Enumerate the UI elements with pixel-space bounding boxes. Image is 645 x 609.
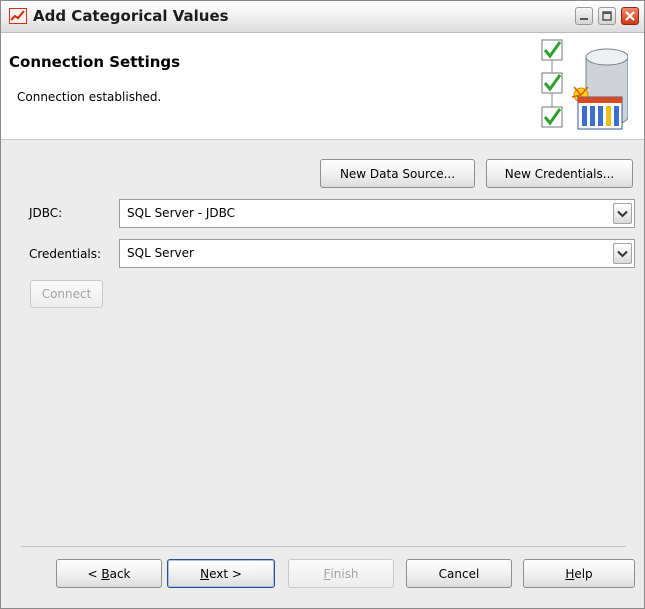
wizard-body: New Data Source... New Credentials... JD… <box>1 140 644 608</box>
page-title: Connection Settings <box>9 53 181 71</box>
finish-mnemonic: F <box>323 566 331 581</box>
cancel-button[interactable]: Cancel <box>406 559 512 588</box>
credentials-select[interactable]: SQL Server <box>119 239 635 268</box>
database-checklist-icon <box>536 37 629 135</box>
next-button[interactable]: Next > <box>167 559 275 588</box>
jdbc-label: JDBC: <box>29 206 63 220</box>
back-mnemonic: B <box>101 566 110 581</box>
window-title: Add Categorical Values <box>33 7 229 25</box>
connection-status: Connection established. <box>17 90 162 104</box>
maximize-icon[interactable] <box>598 7 616 25</box>
credentials-select-value: SQL Server <box>127 246 194 260</box>
dialog-window: Add Categorical Values Connection Settin… <box>0 0 645 609</box>
close-icon[interactable] <box>621 7 639 25</box>
title-bar[interactable]: Add Categorical Values <box>1 1 644 33</box>
help-button[interactable]: Help <box>523 559 635 588</box>
next-mnemonic: N <box>200 566 210 581</box>
back-button[interactable]: < Back <box>56 559 162 588</box>
new-credentials-button[interactable]: New Credentials... <box>486 159 633 188</box>
jdbc-select-value: SQL Server - JDBC <box>127 206 236 220</box>
back-prefix: < <box>87 566 102 581</box>
connect-button[interactable]: Connect <box>30 280 103 308</box>
next-rest: ext > <box>209 566 242 581</box>
footer-divider <box>21 546 626 547</box>
finish-rest: inish <box>330 566 359 581</box>
finish-button[interactable]: Finish <box>288 559 394 588</box>
chevron-down-icon[interactable] <box>613 203 632 224</box>
chevron-down-icon[interactable] <box>613 243 632 264</box>
minimize-icon[interactable] <box>575 7 593 25</box>
help-mnemonic: H <box>565 566 575 581</box>
new-data-source-button[interactable]: New Data Source... <box>320 159 475 188</box>
credentials-label: Credentials: <box>29 247 102 261</box>
wizard-header: Connection Settings Connection establish… <box>1 33 644 140</box>
help-rest: elp <box>574 566 593 581</box>
jdbc-select[interactable]: SQL Server - JDBC <box>119 199 635 228</box>
chart-app-icon <box>9 8 27 24</box>
back-rest: ack <box>109 566 131 581</box>
